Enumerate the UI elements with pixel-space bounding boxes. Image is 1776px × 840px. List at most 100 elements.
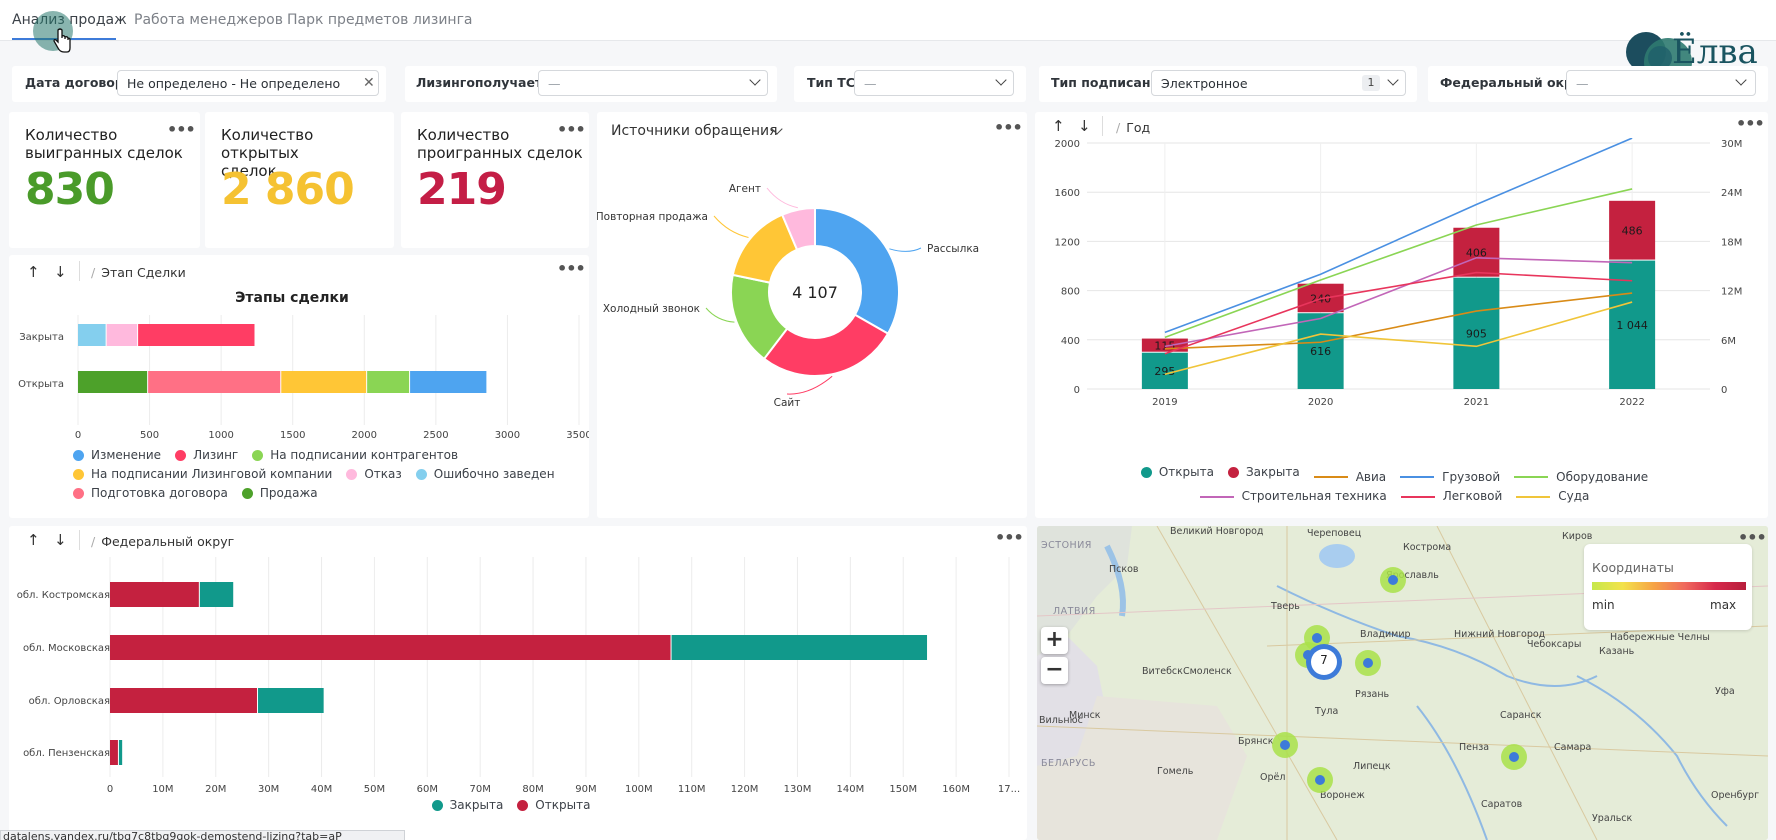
map-marker[interactable]: [1307, 767, 1333, 793]
sort-desc-icon[interactable]: ↓: [1078, 117, 1091, 135]
more-menu-icon[interactable]: •••: [167, 120, 196, 139]
x-tick-label: 1000: [208, 430, 233, 441]
stage-bar-segment: [138, 324, 255, 346]
legend-item: Оборудование: [1514, 469, 1648, 486]
map-marker[interactable]: [1501, 744, 1527, 770]
x-tick-label: 2019: [1152, 397, 1177, 408]
legend-item: На подписании Лизинговой компании: [73, 466, 332, 483]
hand-cursor-icon: [53, 28, 71, 53]
series-line: [1164, 188, 1633, 339]
y-tick-label: 1200: [1055, 237, 1080, 248]
y-tick-label: 0: [1074, 385, 1080, 396]
vehicle-type-select[interactable]: —: [854, 70, 1014, 96]
stage-bar-segment: [78, 371, 148, 393]
more-menu-icon[interactable]: •••: [995, 528, 1024, 547]
sort-desc-icon[interactable]: ↓: [54, 531, 67, 549]
map-marker[interactable]: [1272, 732, 1298, 758]
signing-type-select[interactable]: Электронное 1: [1151, 70, 1406, 96]
filter-value: —: [864, 76, 877, 91]
district-bar-open: [110, 688, 258, 713]
legend-label: Продажа: [259, 486, 318, 500]
legend-item: Открыта: [517, 798, 590, 812]
legend-row: На подписании Лизинговой компании Отказ Ош…: [73, 466, 569, 485]
legend-item: На подписании контрагентов: [252, 447, 458, 464]
legend-swatch: [346, 469, 358, 480]
legend-label: Оборудование: [1556, 469, 1649, 484]
legend-swatch: [1516, 495, 1551, 498]
chevron-down-icon: [749, 74, 761, 86]
legend-label: Авиа: [1355, 469, 1387, 484]
breadcrumb[interactable]: / Год: [1116, 120, 1150, 135]
map-marker[interactable]: [1380, 567, 1406, 593]
donut-leader-line: [713, 215, 749, 238]
kpi-value: 2 860: [221, 164, 355, 215]
sort-asc-icon[interactable]: ↑: [27, 531, 40, 549]
sort-desc-icon[interactable]: ↓: [54, 263, 67, 281]
year-legend: Открыта Закрыта Авиа Грузовой Оборудование Ст…: [1035, 464, 1768, 505]
kpi-title: Количество выигранных сделок: [25, 126, 183, 162]
legend-label: Открыта: [1158, 465, 1214, 479]
donut-leader-line: [786, 375, 833, 395]
legend-label: Легковой: [1442, 489, 1503, 503]
data-label: 1 044: [1616, 319, 1648, 332]
data-label: 905: [1466, 327, 1487, 340]
legend-label: Строительная техника: [1241, 489, 1387, 503]
chart-title: Этапы сделки: [235, 290, 349, 306]
sort-asc-icon[interactable]: ↑: [27, 263, 40, 281]
x-tick-label: 500: [140, 430, 159, 441]
x-tick-label: 2021: [1464, 397, 1489, 408]
filter-value: —: [548, 76, 561, 91]
tab-manager-work[interactable]: Работа менеджеров: [134, 12, 283, 28]
y2-tick-label: 24M: [1721, 188, 1742, 199]
x-tick-label: 70M: [469, 784, 490, 795]
zoom-out-button[interactable]: −: [1041, 657, 1068, 684]
sort-asc-icon[interactable]: ↑: [1052, 117, 1065, 135]
legend-item: Строительная техника: [1199, 488, 1387, 505]
district-legend: Закрыта Открыта: [9, 798, 1027, 814]
donut-leader-line: [766, 187, 798, 209]
legend-label: На подписании контрагентов: [270, 448, 459, 462]
y2-tick-label: 0: [1721, 385, 1727, 396]
more-menu-icon[interactable]: •••: [1736, 114, 1765, 133]
contract-date-input[interactable]: Не определено - Не определено ✕: [117, 70, 379, 96]
donut-label: Холодный звонок: [603, 303, 700, 315]
legend-swatch: [1313, 476, 1348, 478]
y-category-label: обл. Пензенская: [23, 748, 110, 759]
x-tick-label: 1500: [280, 430, 305, 441]
breadcrumb[interactable]: / Федеральный округ: [91, 534, 234, 549]
breadcrumb[interactable]: / Этап Сделки: [91, 265, 186, 280]
filter-label: Тип ТС: [807, 75, 855, 90]
zoom-in-button[interactable]: +: [1041, 627, 1068, 654]
lessee-select[interactable]: —: [538, 70, 768, 96]
more-menu-icon[interactable]: •••: [994, 118, 1023, 137]
x-tick-label: 10M: [152, 784, 173, 795]
tab-leasing-fleet[interactable]: Парк предметов лизинга: [287, 12, 473, 28]
donut-center-total: 4 107: [792, 283, 838, 302]
x-tick-label: 120M: [731, 784, 759, 795]
district-bar-closed: [258, 688, 324, 713]
filter-lessee: Лизингополучаетль —: [405, 66, 777, 102]
y2-tick-label: 30M: [1721, 139, 1742, 150]
map-marker[interactable]: [1355, 650, 1381, 676]
x-tick-label: 90M: [575, 784, 596, 795]
district-bar-closed: [199, 582, 234, 607]
x-tick-label: 3500: [566, 430, 589, 441]
federal-district-select[interactable]: —: [1566, 70, 1756, 96]
x-tick-label: 0: [75, 430, 81, 441]
donut-label: Сайт: [774, 397, 801, 409]
more-menu-icon[interactable]: •••: [557, 259, 586, 278]
more-menu-icon[interactable]: •••: [557, 120, 586, 139]
x-tick-label: 2020: [1308, 397, 1333, 408]
clear-icon[interactable]: ✕: [363, 75, 375, 91]
y-category-label: обл. Орловская: [29, 696, 110, 707]
x-tick-label: 20M: [205, 784, 226, 795]
y-category-label: Открыта: [18, 379, 64, 390]
legend-item: Продажа: [241, 485, 318, 502]
legend-swatch: [73, 469, 84, 480]
district-panel: ↑ ↓ / Федеральный округ ••• 0 10M 20M 30M 40M…: [9, 526, 1027, 840]
legend-item: Ошибочно заведен: [415, 466, 555, 483]
legend-label: Открыта: [535, 798, 591, 812]
series-line: [1164, 256, 1633, 348]
stage-bar-segment: [148, 371, 281, 393]
legend-item: Отказ: [346, 466, 402, 483]
